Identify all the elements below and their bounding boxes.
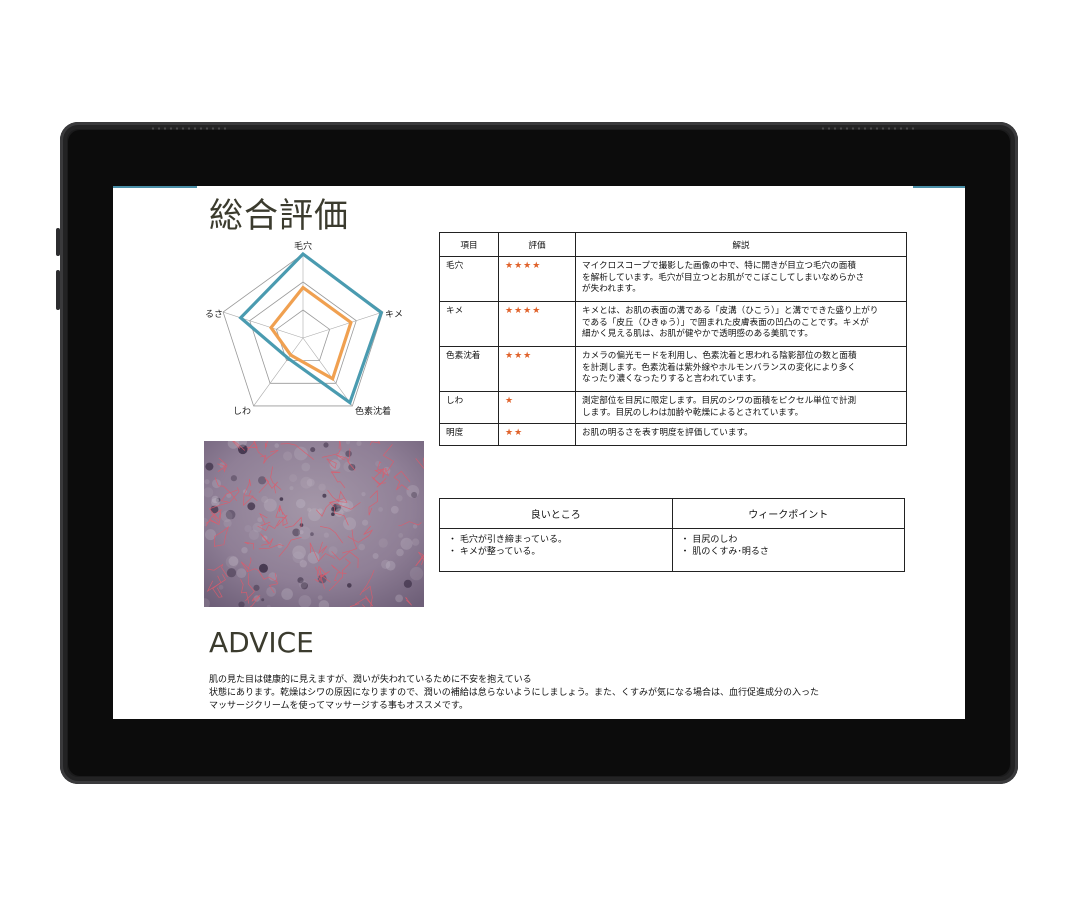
eval-stars: ★★★★ [498,256,576,302]
radar-series-1 [238,251,384,406]
advice-line: 肌の見た目は健康的に見えますが、潤いが失われているために不安を抱えている [209,675,532,685]
radar-label-brightness: るさ [205,309,223,320]
table-row: しわ ★ 測定部位を目尻に限定します。目尻のシワの面積をピクセル単位で計測 しま… [439,391,907,424]
eval-description: お肌の明るさを表す明度を評価しています。 [575,423,907,446]
description-line: である「皮丘（ひきゅう）」で囲まれた皮膚表面の凹凸のことです。キメが [582,317,869,328]
eval-stars: ★★★ [498,346,576,392]
good-weak-table: 良いところ ウィークポイント ・ 毛穴が引き締まっている。 ・ キメが整っている… [439,498,905,572]
table-row: 明度 ★★ お肌の明るさを表す明度を評価しています。 [439,423,907,446]
table-row: 色素沈着 ★★★ カメラの偏光モードを利用し、色素沈着と思われる陰影部位の数と面… [439,346,907,392]
page-title: 総合評価 [209,196,349,236]
description-line: キメとは、お肌の表面の溝である「皮溝（ひこう）」と溝でできた盛り上がり [582,306,879,316]
tablet-screen: 総合評価 毛穴 キメ 色素沈着 しわ るさ 項目 評価 解説 毛穴 ★★★★ マ… [113,186,965,719]
radar-chart: 毛穴 キメ 色素沈着 しわ るさ [205,240,403,417]
description-line: が失われます。 [582,284,641,294]
volume-button[interactable] [56,228,60,256]
accent-line-left [113,186,197,188]
speaker-grille-right [820,126,916,131]
radar-series [238,251,384,406]
advice-line: マッサージクリームを使ってマッサージする事もオススメです。 [209,701,469,711]
eval-item: しわ [439,391,499,424]
description-line: マイクロスコープで撮影した画像の中で、特に開きが目立つ毛穴の面積 [582,261,856,271]
list-item: ・ キメが整っている。 [448,547,541,557]
advice-title: ADVICE [209,626,314,659]
description-line: 細かく見える肌は、お肌が健やかで透明感のある美肌です。 [582,329,813,339]
description-line: します。目尻のしわは加齢や乾燥によるとされています。 [582,407,804,418]
eval-header-description: 解説 [575,232,907,257]
description-line: カメラの偏光モードを利用し、色素沈着と思われる陰影部位の数と面積 [582,351,857,361]
eval-stars: ★ [498,391,576,424]
radar-axis [223,311,304,339]
eval-header-item: 項目 [439,232,499,257]
description-line: なったり濃くなったりすると言われています。 [582,374,761,384]
radar-axis [302,337,353,407]
speaker-grille-left [150,126,228,131]
description-line: お肌の明るさを表す明度を評価しています。 [582,428,753,438]
description-line: を計測します。色素沈着は紫外線やホルモンバランスの変化により多く [582,362,856,373]
eval-description: キメとは、お肌の表面の溝である「皮溝（ひこう）」と溝でできた盛り上がり である「… [575,301,907,347]
good-points-header: 良いところ [439,498,673,529]
eval-stars: ★★ [498,423,576,446]
description-line: 測定部位を目尻に限定します。目尻のシワの面積をピクセル単位で計測 [582,396,857,406]
list-item: ・ 肌のくすみ･明るさ [680,547,769,557]
evaluation-table: 項目 評価 解説 毛穴 ★★★★ マイクロスコープで撮影した画像の中で、特に開き… [439,232,907,446]
radar-label-wrinkles: しわ [233,406,251,417]
table-row: キメ ★★★★ キメとは、お肌の表面の溝である「皮溝（ひこう）」と溝でできた盛り… [439,301,907,347]
radar-label-pigmentation: 色素沈着 [355,405,391,417]
list-item: ・ 毛穴が引き締まっている。 [448,535,568,545]
advice-line: 状態にあります。乾燥はシワの原因になりますので、潤いの補給は怠らないようにしまし… [209,688,820,698]
eval-description: カメラの偏光モードを利用し、色素沈着と思われる陰影部位の数と面積 を計測します。… [575,346,907,392]
radar-grid [222,253,384,407]
weak-points-header: ウィークポイント [671,498,905,529]
eval-item: 毛穴 [439,256,499,302]
eval-item: 明度 [439,423,499,446]
advice-text: 肌の見た目は健康的に見えますが、潤いが失われているために不安を抱えている 状態に… [209,674,949,713]
eval-header-rating: 評価 [498,232,576,257]
table-row: 毛穴 ★★★★ マイクロスコープで撮影した画像の中で、特に開きが目立つ毛穴の面積… [439,256,907,302]
eval-description: 測定部位を目尻に限定します。目尻のシワの面積をピクセル単位で計測 します。目尻の… [575,391,907,424]
radar-label-pores: 毛穴 [294,240,312,252]
weak-points-list: ・ 目尻のしわ ・ 肌のくすみ･明るさ [671,528,905,572]
power-button[interactable] [56,270,60,310]
eval-item: キメ [439,301,499,347]
list-item: ・ 目尻のしわ [680,535,738,545]
good-points-list: ・ 毛穴が引き締まっている。 ・ キメが整っている。 [439,528,673,572]
skin-microscope-image [204,441,424,607]
eval-item: 色素沈着 [439,346,499,392]
eval-stars: ★★★★ [498,301,576,347]
radar-label-texture: キメ [385,310,403,320]
eval-description: マイクロスコープで撮影した画像の中で、特に開きが目立つ毛穴の面積 を解析していま… [575,256,907,302]
accent-line-right [913,186,965,188]
description-line: を解析しています。毛穴が目立つとお肌がでこぼこしてしまいなめらかさ [582,272,865,283]
